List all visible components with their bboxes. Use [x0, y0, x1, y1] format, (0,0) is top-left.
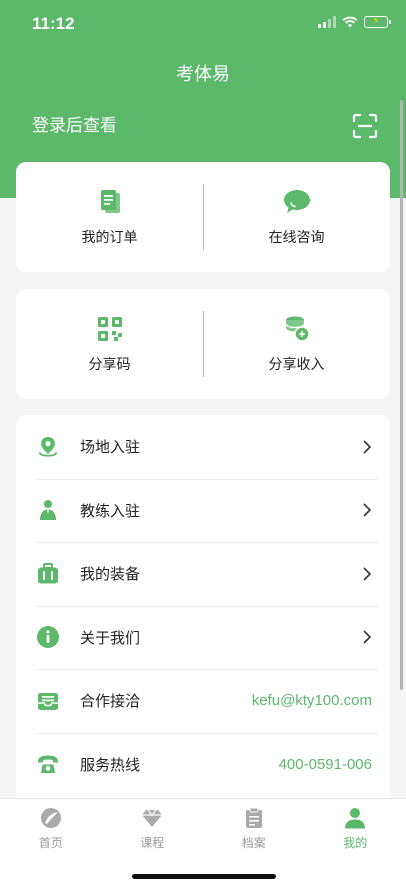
location-pin-icon	[39, 436, 57, 457]
cellular-signal-icon	[318, 16, 336, 28]
equipment-bag-icon	[38, 562, 58, 584]
status-time: 11:12	[32, 14, 75, 33]
tab-label: 我的	[343, 836, 368, 850]
coins-icon	[284, 316, 310, 342]
hotline-number[interactable]: 400-0591-006	[279, 756, 372, 773]
scan-icon	[352, 113, 378, 139]
share-income-label: 分享收入	[268, 357, 325, 373]
info-icon	[37, 626, 59, 649]
list-item-my-equipment[interactable]: 我的装备	[16, 542, 390, 606]
tab-label: 课程	[140, 836, 165, 850]
wifi-icon	[342, 16, 358, 28]
tab-profile[interactable]: 我的	[305, 799, 406, 888]
status-bar: 11:12 ⚡	[0, 0, 406, 50]
list-item-label: 合作接洽	[80, 692, 141, 711]
qr-code-icon	[97, 317, 122, 341]
course-diamond-icon	[142, 809, 163, 827]
chat-bubble-icon	[283, 190, 310, 213]
home-icon	[40, 808, 61, 828]
share-code-label: 分享码	[88, 357, 131, 373]
list-item-venue-join[interactable]: 场地入驻	[16, 415, 390, 479]
home-indicator[interactable]	[132, 874, 276, 879]
my-orders-label: 我的订单	[81, 230, 138, 246]
settings-list: 场地入驻 教练入驻 我的装备 关于我们 合作接洽 kefu@kty100.com…	[16, 415, 390, 815]
online-consult-label: 在线咨询	[268, 230, 325, 246]
list-item-label: 服务热线	[80, 755, 141, 774]
list-item-service-hotline[interactable]: 服务热线 400-0591-006	[16, 732, 390, 797]
list-item-label: 教练入驻	[80, 501, 141, 520]
order-document-icon	[100, 190, 120, 213]
list-item-label: 我的装备	[80, 565, 141, 584]
archive-clipboard-icon	[245, 807, 262, 828]
status-icons: ⚡	[318, 14, 391, 28]
chevron-right-icon	[363, 503, 372, 517]
scrollbar[interactable]	[400, 100, 403, 690]
my-orders-button[interactable]: 我的订单	[16, 162, 203, 272]
chevron-right-icon	[363, 567, 372, 581]
list-item-about-us[interactable]: 关于我们	[16, 605, 390, 670]
share-card: 分享码 分享收入	[16, 289, 390, 399]
online-consult-button[interactable]: 在线咨询	[203, 162, 390, 272]
battery-icon: ⚡	[364, 14, 391, 28]
share-income-button[interactable]: 分享收入	[203, 289, 390, 399]
mail-inbox-icon	[38, 692, 58, 710]
chevron-right-icon	[363, 630, 372, 644]
coach-person-icon	[40, 500, 56, 521]
list-item-coach-join[interactable]: 教练入驻	[16, 478, 390, 543]
telephone-icon	[38, 755, 58, 774]
chevron-right-icon	[363, 440, 372, 454]
contact-email[interactable]: kefu@kty100.com	[252, 692, 372, 709]
orders-consult-card: 我的订单 在线咨询	[16, 162, 390, 272]
profile-person-icon	[345, 808, 366, 829]
share-code-button[interactable]: 分享码	[16, 289, 203, 399]
page-title: 考体易	[176, 64, 230, 85]
list-item-cooperation[interactable]: 合作接洽 kefu@kty100.com	[16, 669, 390, 733]
login-prompt-link[interactable]: 登录后查看	[32, 111, 117, 136]
list-item-label: 场地入驻	[80, 438, 141, 457]
list-item-label: 关于我们	[80, 628, 141, 647]
scan-button[interactable]	[352, 113, 378, 139]
tab-label: 首页	[38, 836, 63, 850]
tab-label: 档案	[241, 836, 266, 850]
tab-home[interactable]: 首页	[0, 799, 102, 888]
